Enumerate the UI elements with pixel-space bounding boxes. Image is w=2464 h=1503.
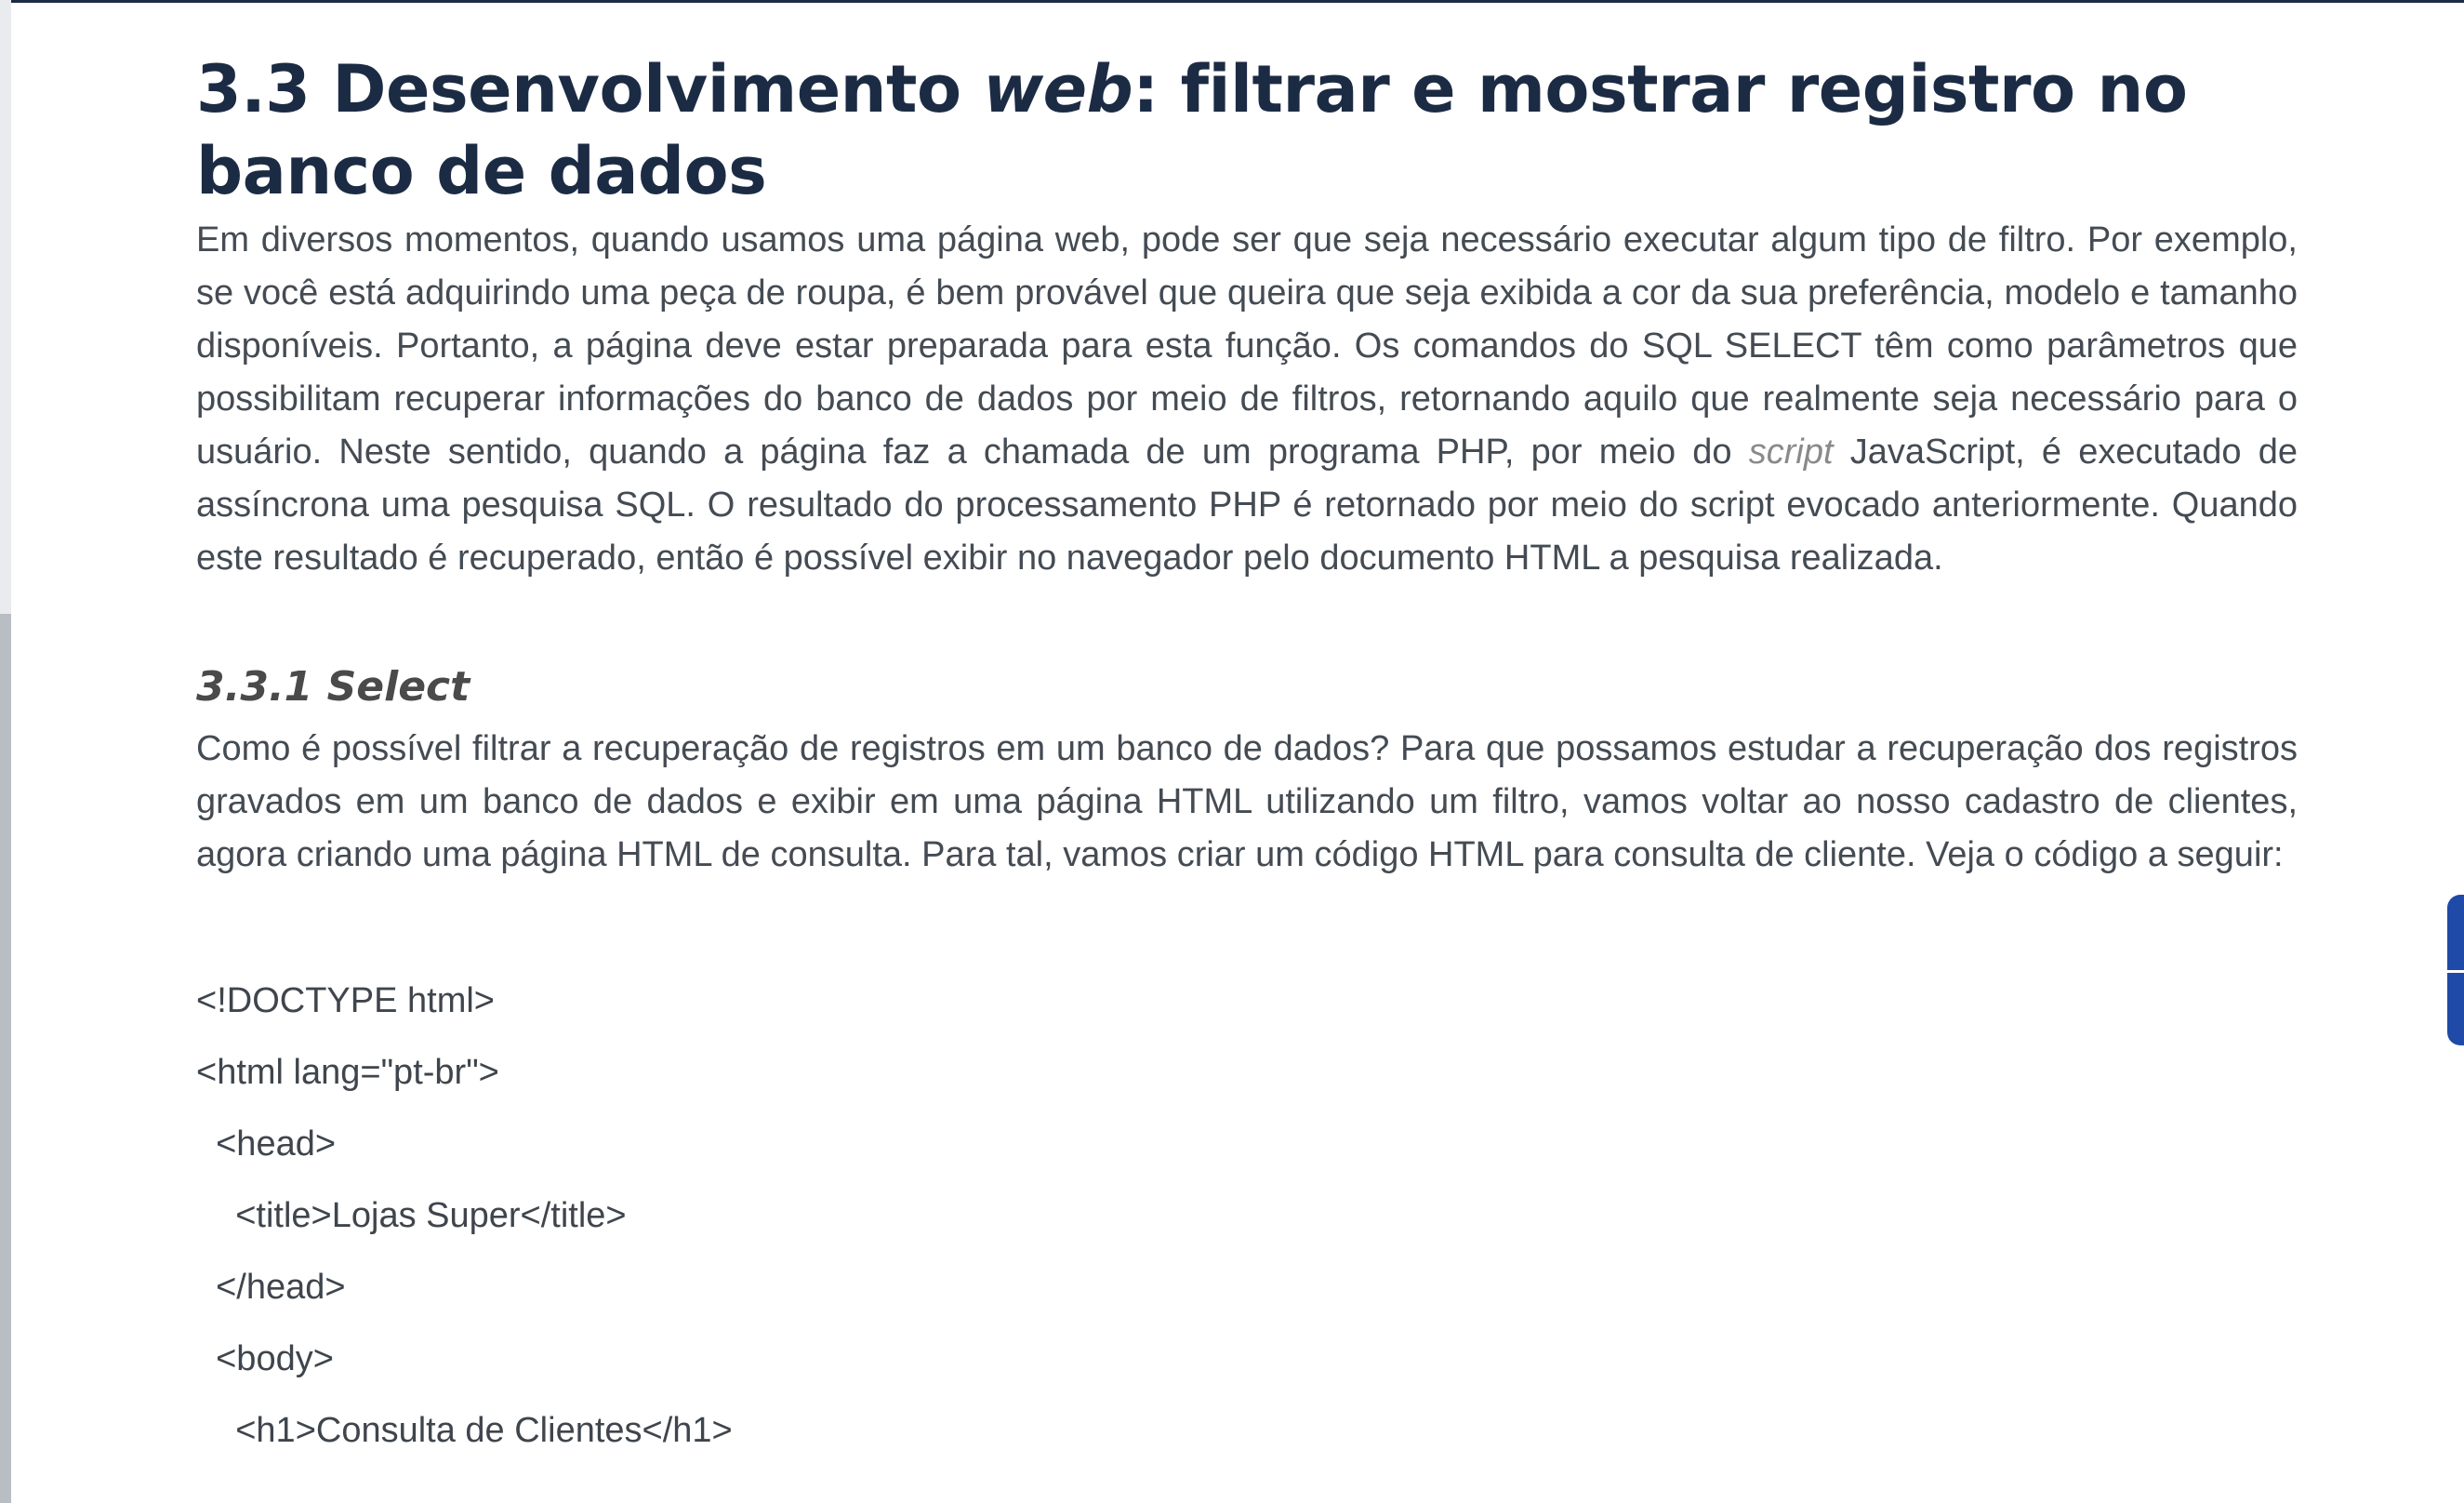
code-line: <title>Lojas Super</title>: [196, 1196, 627, 1235]
code-line: <body>: [196, 1339, 334, 1378]
intro-italic-script: script: [1748, 432, 1834, 472]
code-line: <!DOCTYPE html>: [196, 981, 495, 1020]
code-line: <head>: [196, 1124, 337, 1164]
page-title-italic: web: [983, 51, 1133, 127]
section-paragraph: Como é possível filtrar a recuperação de…: [196, 729, 2298, 874]
side-panel-tab-divider: [2447, 970, 2464, 973]
section-title: 3.3.1 Select: [196, 663, 470, 711]
intro-paragraph: Em diversos momentos, quando usamos uma …: [196, 214, 2298, 585]
code-line: <html lang="pt-br">: [196, 1053, 499, 1092]
code-block: <!DOCTYPE html> <html lang="pt-br"> <hea…: [196, 965, 2298, 1467]
scrollbar-track[interactable]: [0, 0, 11, 1503]
code-line: <h1>Consulta de Clientes</h1>: [196, 1411, 733, 1450]
code-line: </head>: [196, 1268, 346, 1307]
page-title: 3.3 Desenvolvimento web: filtrar e mostr…: [196, 48, 2298, 212]
page-title-prefix: 3.3 Desenvolvimento: [196, 51, 984, 127]
article-content: 3.3 Desenvolvimento web: filtrar e mostr…: [196, 48, 2298, 1467]
scrollbar-thumb[interactable]: [0, 614, 11, 1503]
window-top-border: [0, 0, 2464, 3]
